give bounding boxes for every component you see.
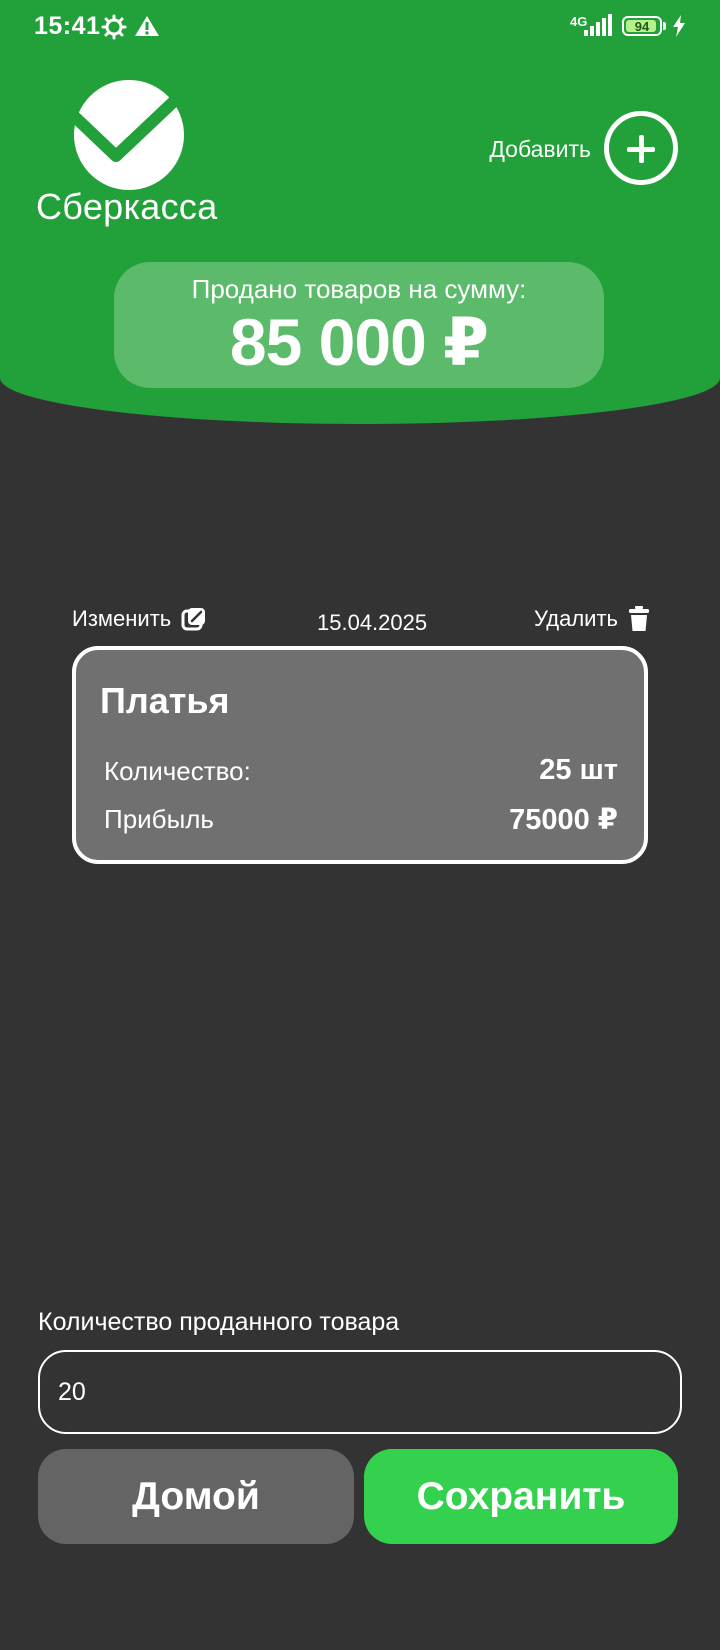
add-button[interactable] xyxy=(604,111,678,185)
item-date: 15.04.2025 xyxy=(317,610,428,635)
product-card[interactable]: Платья Количество: 25 шт Прибыль 75000 ₽ xyxy=(72,646,648,864)
brand-name: Сберкасса xyxy=(36,186,218,227)
logo-check-icon xyxy=(70,82,194,162)
trash-icon xyxy=(629,606,649,631)
profit-label: Прибыль xyxy=(104,804,214,834)
status-bar: 15:41 4G 94 xyxy=(0,0,720,56)
quantity-value: 25 шт xyxy=(539,754,618,786)
quantity-label: Количество: xyxy=(104,756,251,786)
status-time: 15:41 xyxy=(34,12,101,40)
sold-quantity-label: Количество проданного товара xyxy=(38,1308,400,1336)
save-button[interactable]: Сохранить xyxy=(364,1449,678,1544)
edit-icon xyxy=(181,608,206,631)
sales-summary-card: Продано товаров на сумму: 85 000 ₽ xyxy=(114,262,604,388)
delete-label: Удалить xyxy=(534,606,618,631)
sales-summary-label: Продано товаров на сумму: xyxy=(191,274,527,304)
gear-icon xyxy=(101,14,127,40)
battery-tip xyxy=(663,22,666,30)
profit-value: 75000 ₽ xyxy=(509,804,618,836)
battery-icon: 94 xyxy=(622,16,662,36)
product-name: Платья xyxy=(100,680,230,721)
edit-label: Изменить xyxy=(72,606,172,631)
edit-button[interactable]: Изменить xyxy=(72,606,207,632)
sales-summary-value: 85 000 ₽ xyxy=(229,305,489,379)
delete-button[interactable]: Удалить xyxy=(534,606,650,632)
home-button[interactable]: Домой xyxy=(38,1449,354,1544)
item-actions-row: Изменить 15.04.2025 Удалить xyxy=(72,606,650,640)
battery-level: 94 xyxy=(634,18,650,34)
sold-quantity-input[interactable] xyxy=(38,1350,682,1434)
signal-icon xyxy=(584,14,612,36)
warning-icon xyxy=(135,16,159,36)
charging-icon xyxy=(673,15,685,37)
add-label[interactable]: Добавить xyxy=(489,136,591,163)
